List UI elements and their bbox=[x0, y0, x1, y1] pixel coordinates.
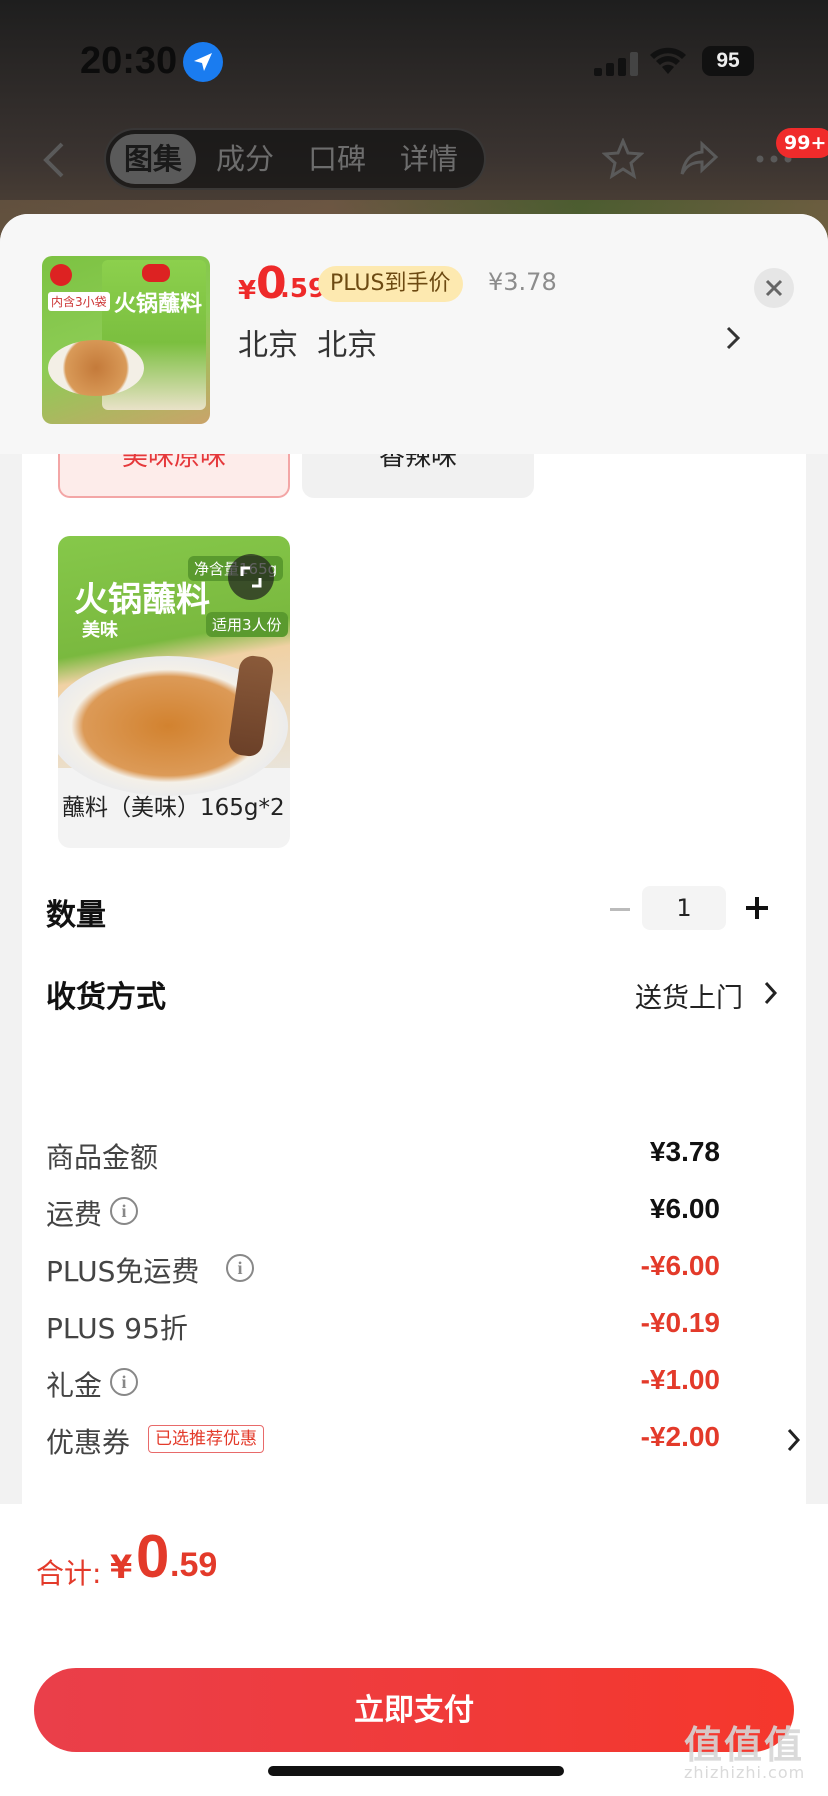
summary-row-plus-discount: PLUS 95折 -¥0.19 bbox=[46, 1307, 786, 1347]
summary-label: PLUS免运费 bbox=[46, 1255, 200, 1288]
summary-label: 礼金 bbox=[46, 1369, 103, 1402]
share-icon[interactable] bbox=[678, 138, 720, 180]
original-price: ¥3.78 bbox=[488, 268, 557, 296]
delivery-method-label: 收货方式 bbox=[46, 980, 166, 1015]
location-arrow-icon bbox=[183, 42, 223, 82]
status-bar: 20:30 95 bbox=[0, 0, 828, 120]
wifi-icon bbox=[650, 47, 686, 74]
coupon-chevron-icon[interactable] bbox=[786, 1427, 802, 1453]
coupon-recommended-tag: 已选推荐优惠 bbox=[148, 1425, 264, 1453]
expand-image-icon[interactable] bbox=[228, 554, 274, 600]
info-icon[interactable]: i bbox=[226, 1254, 254, 1282]
summary-value: -¥6.00 bbox=[640, 1250, 720, 1281]
total-currency: ¥ bbox=[110, 1548, 133, 1586]
summary-value: ¥3.78 bbox=[649, 1136, 720, 1167]
quantity-label: 数量 bbox=[46, 898, 106, 933]
product-thumbnail: 内含3小袋 火锅蘸料 bbox=[42, 256, 210, 424]
price-currency: ¥ bbox=[238, 276, 257, 306]
summary-label: 商品金额 bbox=[46, 1141, 159, 1174]
purchase-sheet: 内含3小袋 火锅蘸料 ¥ 0 .59 PLUS到手价 ¥3.78 北京 北京 美… bbox=[0, 214, 828, 1796]
quantity-input[interactable]: 1 bbox=[642, 886, 726, 930]
close-button[interactable] bbox=[754, 268, 794, 308]
summary-label: 运费 bbox=[46, 1198, 103, 1231]
summary-row-plus-free-shipping: PLUS免运费 i -¥6.00 bbox=[46, 1250, 786, 1290]
address-chevron-icon[interactable] bbox=[724, 324, 742, 352]
summary-value: -¥1.00 bbox=[640, 1364, 720, 1395]
tab-ingredients[interactable]: 成分 bbox=[202, 130, 288, 188]
summary-value: -¥2.00 bbox=[640, 1421, 720, 1452]
delivery-address[interactable]: 北京 北京 bbox=[238, 320, 377, 364]
tab-reviews[interactable]: 口碑 bbox=[294, 130, 380, 188]
product-option-card[interactable]: 火锅蘸料 美味 净含量165g 适用3人份 蘸料（美味）165g*2 bbox=[58, 536, 290, 848]
site-watermark: 值值值 zhizhizhi.com bbox=[684, 1714, 824, 1782]
status-time: 20:30 bbox=[80, 40, 178, 82]
delivery-chevron-icon[interactable] bbox=[763, 980, 779, 1006]
plus-price-tag: PLUS到手价 bbox=[318, 266, 463, 302]
summary-value: -¥0.19 bbox=[640, 1307, 720, 1338]
total-label: 合计: bbox=[36, 1557, 102, 1590]
summary-label: 优惠券 bbox=[46, 1426, 131, 1459]
watermark-sub: zhizhizhi.com bbox=[684, 1763, 806, 1782]
quantity-decrement-button[interactable] bbox=[602, 890, 642, 930]
favorite-star-icon[interactable] bbox=[602, 138, 644, 180]
info-icon[interactable]: i bbox=[110, 1368, 138, 1396]
total-integer: 0 bbox=[136, 1523, 170, 1590]
summary-row-goods: 商品金额 ¥3.78 bbox=[46, 1136, 786, 1176]
product-nav-bar: 图集 成分 口碑 详情 bbox=[0, 128, 828, 192]
summary-label: PLUS 95折 bbox=[46, 1312, 188, 1345]
product-option-label: 蘸料（美味）165g*2 bbox=[62, 795, 285, 821]
summary-row-gift: 礼金 i -¥1.00 bbox=[46, 1364, 786, 1404]
battery-indicator: 95 bbox=[702, 46, 754, 76]
pay-now-button[interactable]: 立即支付 bbox=[34, 1668, 794, 1752]
product-image: 火锅蘸料 美味 净含量165g 适用3人份 bbox=[58, 536, 290, 796]
message-count-badge: 99+ bbox=[776, 128, 828, 158]
back-chevron-icon[interactable] bbox=[38, 140, 72, 180]
tab-gallery[interactable]: 图集 bbox=[110, 134, 196, 184]
total-decimal: .59 bbox=[170, 1546, 218, 1584]
product-image-tag-serving: 适用3人份 bbox=[206, 612, 288, 637]
watermark-text: 值值值 bbox=[684, 1723, 805, 1767]
info-icon[interactable]: i bbox=[110, 1197, 138, 1225]
tab-group: 图集 成分 口碑 详情 bbox=[104, 128, 486, 190]
tab-details[interactable]: 详情 bbox=[386, 130, 472, 188]
delivery-method-value[interactable]: 送货上门 bbox=[635, 976, 743, 1015]
summary-row-coupon[interactable]: 优惠券 已选推荐优惠 -¥2.00 bbox=[46, 1421, 801, 1461]
close-icon bbox=[765, 279, 783, 297]
home-indicator[interactable] bbox=[268, 1766, 564, 1776]
product-image-subtitle: 美味 bbox=[82, 620, 118, 641]
thumbnail-tag: 内含3小袋 bbox=[48, 292, 110, 311]
summary-row-shipping: 运费 i ¥6.00 bbox=[46, 1193, 786, 1233]
cellular-signal-icon bbox=[594, 52, 640, 76]
thumbnail-title: 火锅蘸料 bbox=[114, 292, 203, 317]
sheet-header: 内含3小袋 火锅蘸料 ¥ 0 .59 PLUS到手价 ¥3.78 北京 北京 bbox=[0, 214, 828, 454]
summary-value: ¥6.00 bbox=[649, 1193, 720, 1224]
quantity-increment-button[interactable] bbox=[740, 890, 776, 926]
